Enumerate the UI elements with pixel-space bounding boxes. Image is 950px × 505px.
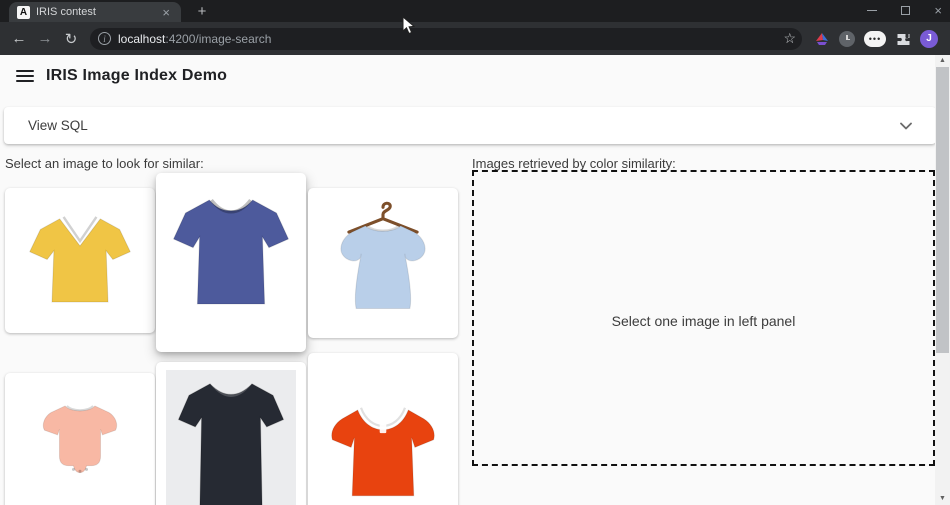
- tab-strip: A IRIS contest × + ×: [0, 0, 950, 22]
- image-card-blue-tee[interactable]: [156, 173, 306, 352]
- scrollbar-down-arrow[interactable]: ▼: [935, 493, 950, 505]
- page-title: IRIS Image Index Demo: [46, 67, 227, 85]
- back-button[interactable]: ←: [6, 30, 32, 47]
- peach-onesie-image: [24, 389, 136, 492]
- app-header: IRIS Image Index Demo: [16, 67, 227, 85]
- browser-window: A IRIS contest × + × ← → ↻ i localhost:4…: [0, 0, 950, 505]
- url-text: localhost:4200/image-search: [118, 32, 777, 46]
- url-path: :4200/image-search: [165, 32, 271, 46]
- black-tee-photo-background: [166, 370, 296, 505]
- site-info-icon[interactable]: i: [98, 32, 111, 45]
- orange-crop-top-image: [317, 387, 449, 499]
- gallery-caption: Select an image to look for similar:: [5, 156, 204, 171]
- image-card-lightblue-blouse[interactable]: [308, 188, 458, 338]
- view-sql-label: View SQL: [28, 118, 900, 133]
- tab-close-icon[interactable]: ×: [159, 5, 173, 20]
- window-close-button[interactable]: ×: [934, 4, 942, 17]
- maximize-button[interactable]: [901, 6, 910, 15]
- page-scrollbar[interactable]: ▲ ▼: [935, 55, 950, 505]
- adblock-extension-icon[interactable]: •••: [864, 31, 886, 47]
- reload-button[interactable]: ↻: [58, 30, 84, 48]
- extensions-puzzle-icon[interactable]: [895, 31, 911, 47]
- address-bar[interactable]: i localhost:4200/image-search ☆: [90, 28, 802, 50]
- clock-extension-icon[interactable]: [839, 31, 855, 47]
- scrollbar-thumb[interactable]: [936, 67, 949, 353]
- angular-favicon-icon: A: [17, 6, 30, 19]
- image-card-yellow-vneck-tee[interactable]: [5, 188, 155, 333]
- black-tee-image: [168, 370, 294, 505]
- extensions-cluster: ••• J ⋮: [814, 30, 950, 48]
- results-placeholder-text: Select one image in left panel: [612, 307, 796, 329]
- minimize-button[interactable]: [867, 10, 877, 11]
- results-dropzone: Select one image in left panel: [472, 170, 935, 466]
- results-caption: Images retrieved by color similarity:: [472, 156, 676, 171]
- url-host: localhost: [118, 32, 165, 46]
- chevron-down-icon[interactable]: [900, 122, 912, 130]
- browser-toolbar: ← → ↻ i localhost:4200/image-search ☆ ••…: [0, 22, 950, 55]
- image-card-peach-onesie[interactable]: [5, 373, 155, 505]
- scrollbar-up-arrow[interactable]: ▲: [935, 55, 950, 67]
- app-page: IRIS Image Index Demo View SQL Select an…: [0, 55, 950, 505]
- view-sql-expansion-panel[interactable]: View SQL: [4, 107, 936, 144]
- blue-tee-image: [166, 187, 296, 317]
- new-tab-button[interactable]: +: [192, 3, 212, 21]
- image-card-orange-crop-top[interactable]: [308, 353, 458, 505]
- devtools-extension-icon[interactable]: [814, 31, 830, 47]
- hamburger-menu-icon[interactable]: [16, 70, 34, 82]
- yellow-vneck-tee-image: [22, 205, 138, 312]
- image-card-black-tee[interactable]: [156, 362, 306, 505]
- browser-tab[interactable]: A IRIS contest ×: [9, 2, 181, 22]
- profile-avatar[interactable]: J: [920, 30, 938, 48]
- bookmark-star-icon[interactable]: ☆: [783, 30, 796, 47]
- forward-button[interactable]: →: [32, 30, 58, 47]
- mouse-cursor: [402, 16, 415, 35]
- tab-title: IRIS contest: [36, 6, 153, 18]
- lightblue-blouse-image: [321, 199, 445, 323]
- window-controls: ×: [867, 0, 942, 20]
